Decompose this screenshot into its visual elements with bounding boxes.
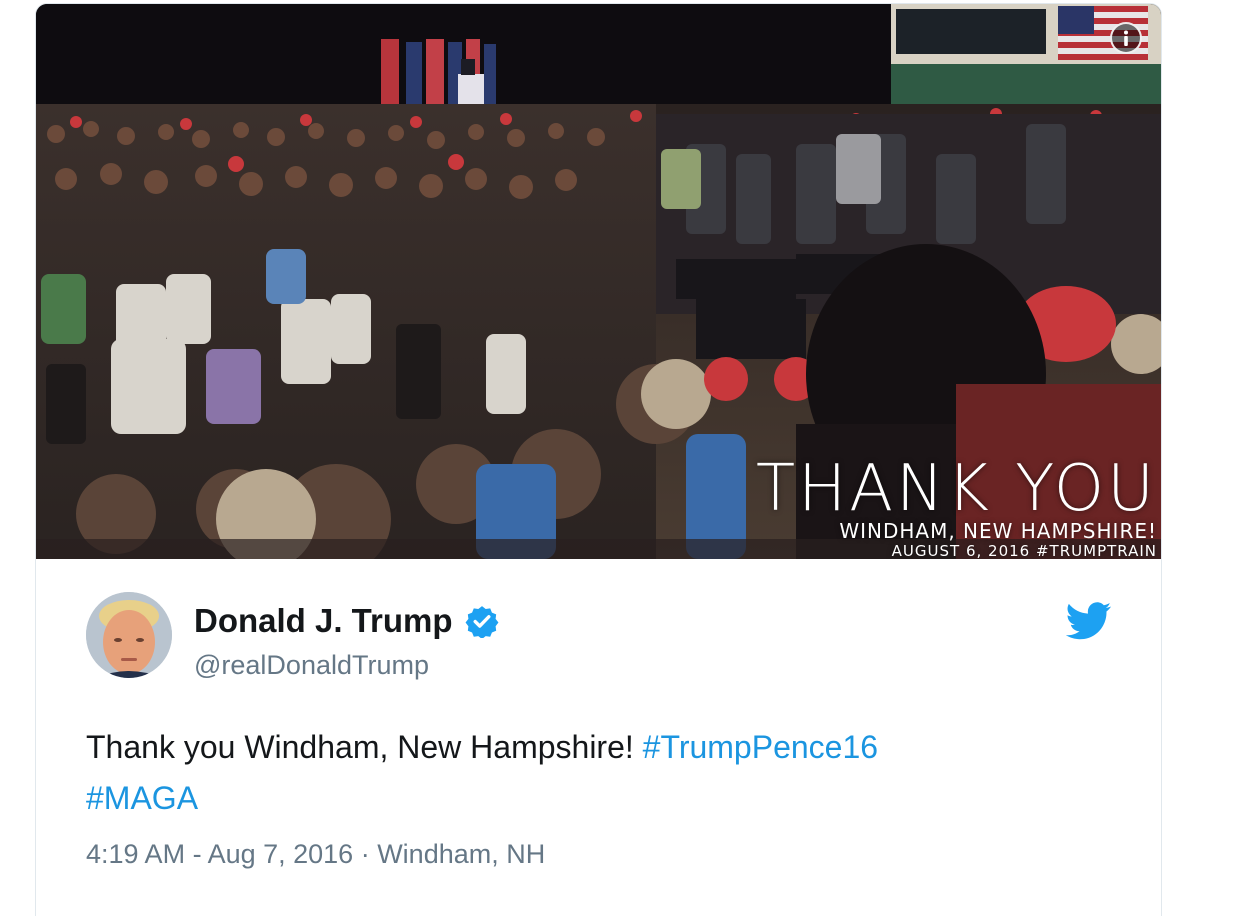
tweet-timestamp[interactable]: 4:19 AM - Aug 7, 2016 — [86, 839, 353, 869]
photo-caption-overlay: THANK YOU WINDHAM, NEW HAMPSHIRE! AUGUST… — [756, 452, 1157, 559]
author-name-row[interactable]: Donald J. Trump — [194, 602, 499, 640]
tweet-text: Thank you Windham, New Hampshire! #Trump… — [86, 722, 1116, 824]
tweet-photo[interactable]: THANK YOU WINDHAM, NEW HAMPSHIRE! AUGUST… — [36, 4, 1161, 559]
overlay-thank-you: THANK YOU — [756, 452, 1157, 526]
info-button[interactable] — [1110, 22, 1142, 54]
overlay-date-hashtag: AUGUST 6, 2016 #TRUMPTRAIN — [891, 542, 1157, 559]
tweet-location[interactable]: Windham, NH — [377, 839, 545, 869]
hashtag-trumppence16[interactable]: #TrumpPence16 — [643, 729, 878, 765]
info-icon — [1124, 30, 1128, 46]
avatar-image — [86, 592, 172, 678]
twitter-bird-icon[interactable] — [1066, 602, 1112, 640]
author-handle[interactable]: @realDonaldTrump — [194, 650, 429, 681]
tweet-metadata: 4:19 AM - Aug 7, 2016 · Windham, NH — [86, 839, 545, 870]
avatar[interactable] — [86, 592, 172, 678]
meta-separator: · — [353, 839, 378, 869]
embedded-tweet-card: THANK YOU WINDHAM, NEW HAMPSHIRE! AUGUST… — [35, 3, 1162, 916]
hashtag-maga[interactable]: #MAGA — [86, 780, 198, 816]
author-name[interactable]: Donald J. Trump — [194, 602, 453, 640]
tweet-text-main: Thank you Windham, New Hampshire! — [86, 729, 643, 765]
verified-badge-icon — [465, 606, 498, 638]
